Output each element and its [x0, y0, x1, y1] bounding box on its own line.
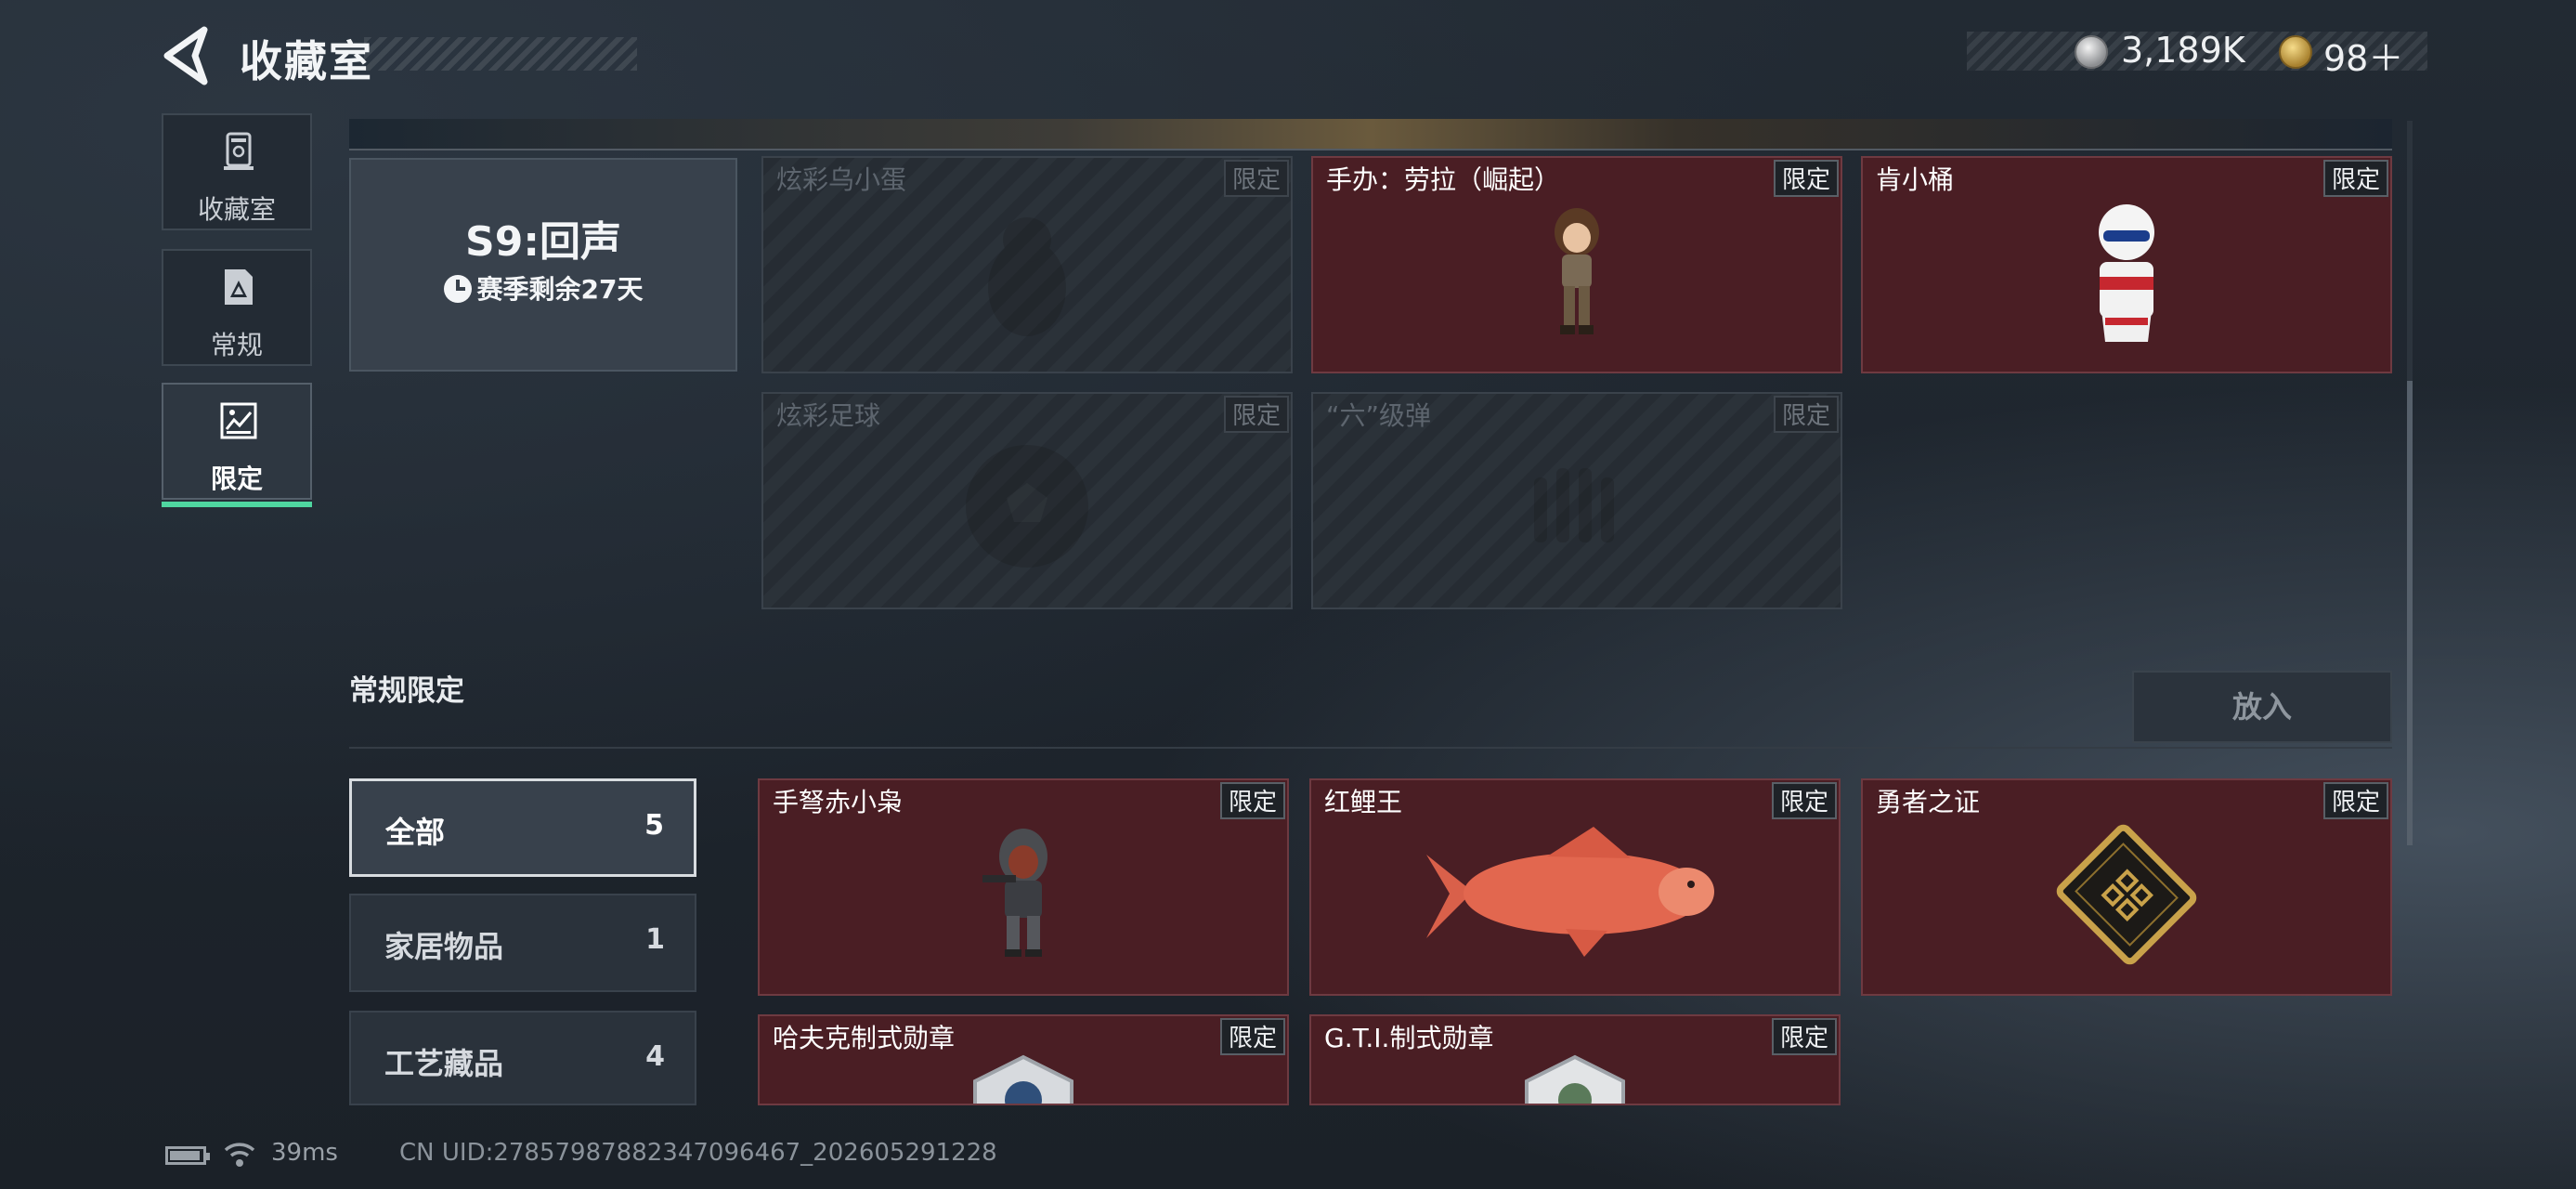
section-divider	[349, 747, 2392, 749]
season-remaining-text: 赛季剩余27天	[476, 274, 644, 305]
filter-label: 全部	[385, 815, 446, 850]
silver-coin-icon	[2075, 35, 2108, 69]
ping-value: 39ms	[271, 1139, 338, 1167]
season-remaining: 赛季剩余27天	[351, 269, 735, 307]
filter-count: 1	[645, 923, 665, 956]
season-banner	[349, 119, 2392, 150]
season-card: S9:回声 赛季剩余27天	[349, 158, 737, 372]
sidebar-item-collection-room[interactable]: 收藏室	[162, 113, 312, 230]
limited-badge: 限定	[2323, 782, 2388, 819]
document-icon	[225, 269, 253, 305]
limited-badge: 限定	[1774, 396, 1839, 433]
collection-item-card[interactable]: 炫彩足球 限定	[761, 392, 1293, 609]
filter-count: 4	[645, 1040, 665, 1073]
item-name: 勇者之证	[1876, 787, 1981, 817]
limited-badge: 限定	[2323, 160, 2388, 197]
silver-balance: 3,189K	[2121, 30, 2245, 71]
collection-item-card[interactable]: 哈夫克制式勋章 限定	[758, 1014, 1289, 1105]
gti-medal-icon	[1525, 1054, 1625, 1104]
back-arrow-icon[interactable]	[160, 26, 212, 85]
user-uid: CN UID:2785798788234709646​7_20260529122…	[399, 1139, 997, 1167]
limited-badge: 限定	[1774, 160, 1839, 197]
sidebar-item-label: 收藏室	[197, 194, 276, 225]
red-carp-icon	[1426, 827, 1714, 957]
limited-badge: 限定	[1224, 160, 1289, 197]
collection-item-card[interactable]: 炫彩乌小蛋 限定	[761, 156, 1293, 373]
item-name: 哈夫克制式勋章	[773, 1023, 956, 1053]
page-title: 收藏室	[240, 36, 373, 86]
limited-badge: 限定	[1224, 396, 1289, 433]
limited-badge: 限定	[1220, 782, 1285, 819]
trophy-icon	[224, 132, 254, 170]
item-name: 红鲤王	[1324, 787, 1403, 817]
bullet-icon	[1534, 468, 1614, 542]
item-name: 肯小桶	[1876, 164, 1955, 195]
filter-crafts[interactable]: 工艺藏品 4	[349, 1011, 696, 1105]
item-name: 炫彩足球	[776, 400, 881, 431]
gold-balance[interactable]: 98＋	[2323, 30, 2403, 81]
section-title-regular-limited: 常规限定	[349, 674, 464, 708]
filter-count: 5	[644, 809, 664, 842]
limited-badge: 限定	[1772, 1018, 1837, 1055]
item-name: G.T.I.制式勋章	[1324, 1023, 1494, 1053]
item-name: 炫彩乌小蛋	[776, 164, 907, 195]
collection-item-card[interactable]: 手弩赤小枭 限定	[758, 778, 1289, 996]
filter-label: 工艺藏品	[384, 1046, 504, 1081]
limited-badge: 限定	[1772, 782, 1837, 819]
clock-icon	[443, 275, 472, 303]
filter-home-items[interactable]: 家居物品 1	[349, 894, 696, 992]
collection-item-card[interactable]: G.T.I.制式勋章 限定	[1309, 1014, 1841, 1105]
battery-icon	[165, 1146, 210, 1165]
limited-badge: 限定	[1220, 1018, 1285, 1055]
item-name: 手弩赤小枭	[773, 787, 904, 817]
limited-icon	[220, 402, 257, 439]
lara-figure-icon	[1555, 208, 1599, 334]
item-name: “六”级弹	[1326, 400, 1432, 431]
gold-coin-icon	[2279, 35, 2312, 69]
football-icon	[966, 445, 1088, 568]
place-button[interactable]: 放入	[2132, 671, 2392, 743]
sidebar-item-label: 常规	[210, 330, 263, 360]
sidebar-item-regular[interactable]: 常规	[162, 249, 312, 366]
collection-item-card[interactable]: 手办：劳拉（崛起） 限定	[1311, 156, 1842, 373]
collection-item-card[interactable]: “六”级弹 限定	[1311, 392, 1842, 609]
egg-figure-icon	[988, 217, 1066, 336]
gold-card-icon	[2056, 824, 2197, 965]
kfc-bucket-figure-icon	[2099, 204, 2154, 342]
item-name: 手办：劳拉（崛起）	[1326, 164, 1561, 195]
collection-item-card[interactable]: 勇者之证 限定	[1861, 778, 2392, 996]
filter-label: 家居物品	[384, 929, 504, 964]
crossbow-figure-icon	[982, 829, 1047, 957]
season-title: S9:回声	[465, 218, 621, 266]
scrollbar-thumb[interactable]	[2407, 381, 2413, 845]
sidebar-item-label: 限定	[210, 464, 263, 494]
collection-item-card[interactable]: 肯小桶 限定	[1861, 156, 2392, 373]
title-decoration	[364, 37, 637, 71]
wifi-icon	[224, 1143, 255, 1167]
collection-item-card[interactable]: 红鲤王 限定	[1309, 778, 1841, 996]
medal-icon	[973, 1054, 1073, 1104]
sidebar-item-limited[interactable]: 限定	[162, 383, 312, 507]
filter-all[interactable]: 全部 5	[349, 778, 696, 877]
